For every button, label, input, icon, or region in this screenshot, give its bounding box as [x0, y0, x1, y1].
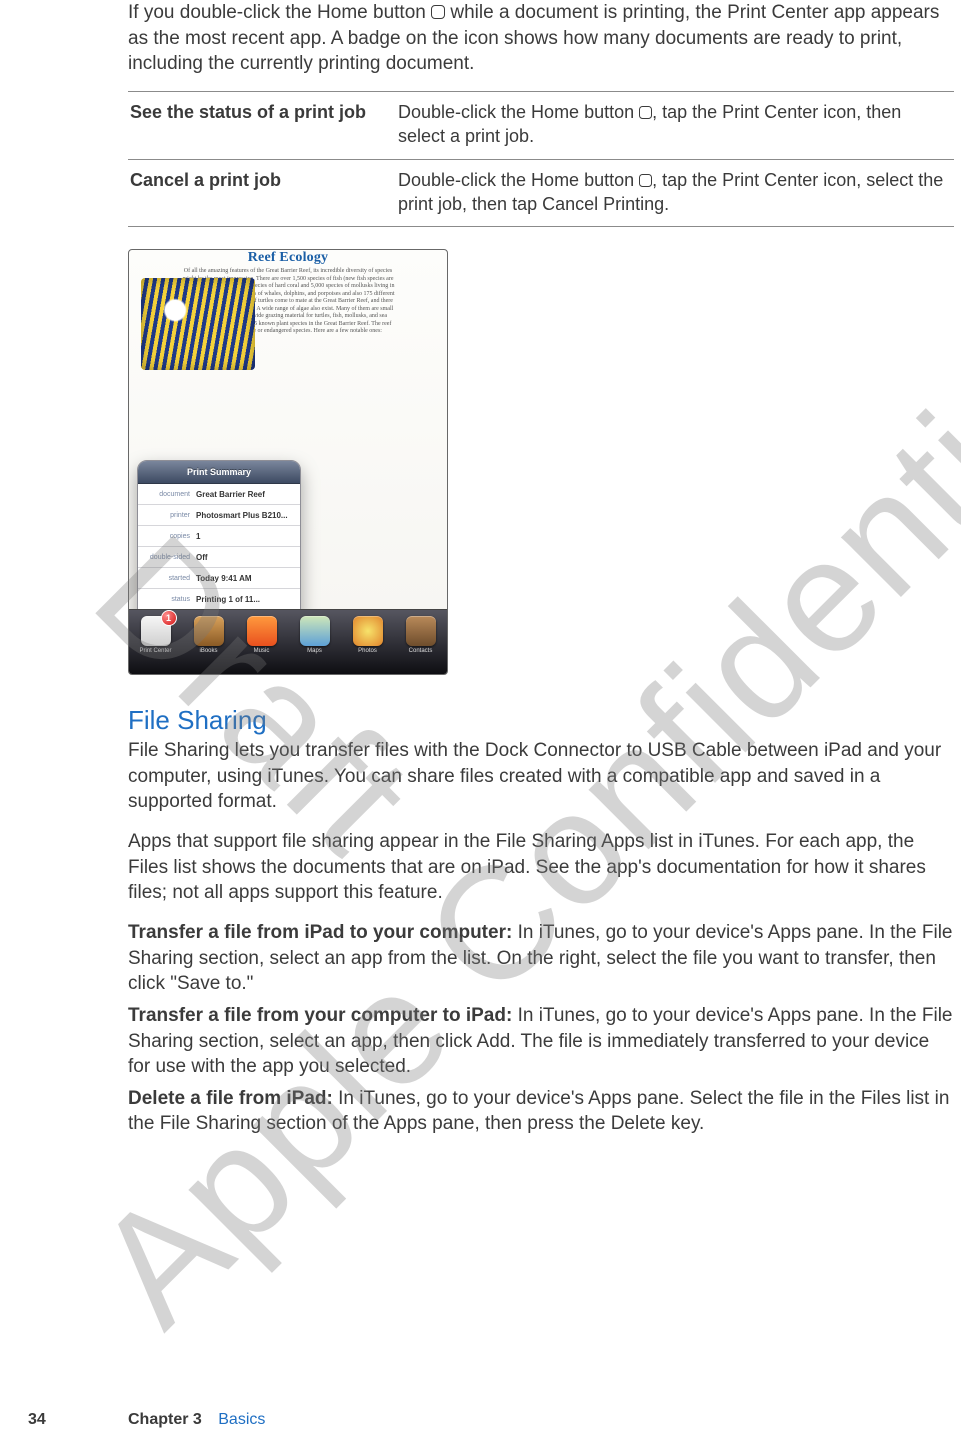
print-summary-title: Print Summary: [138, 461, 300, 484]
file-sharing-p2: Apps that support file sharing appear in…: [128, 829, 954, 906]
task-head: Transfer a file from your computer to iP…: [128, 1005, 518, 1026]
task-head: Delete a file from iPad:: [128, 1088, 338, 1109]
article-title: Reef Ecology: [129, 250, 447, 266]
dock-app-maps[interactable]: Maps: [294, 616, 336, 654]
ipad-dock: 1Print Center iBooks Music Maps Photos C…: [129, 609, 447, 674]
task-transfer-to-computer: Transfer a file from iPad to your comput…: [128, 920, 954, 997]
print-summary-row: printerPhotosmart Plus B210...: [138, 505, 300, 526]
chapter-label: Chapter 3: [128, 1411, 202, 1428]
intro-paragraph: If you double-click the Home button whil…: [128, 0, 954, 77]
file-sharing-p1: File Sharing lets you transfer files wit…: [128, 738, 954, 815]
dock-app-print-center[interactable]: 1Print Center: [135, 616, 177, 654]
table-row: See the status of a print job Double-cli…: [128, 91, 954, 159]
home-button-icon: [639, 106, 652, 119]
badge-icon: 1: [161, 610, 177, 626]
home-button-icon: [431, 5, 445, 19]
chapter-ref: Chapter 3 Basics: [128, 1411, 265, 1429]
print-summary-row: startedToday 9:41 AM: [138, 568, 300, 589]
dock-app-photos[interactable]: Photos: [347, 616, 389, 654]
print-actions-table: See the status of a print job Double-cli…: [128, 91, 954, 227]
print-summary-row: documentGreat Barrier Reef: [138, 484, 300, 505]
section-heading-file-sharing: File Sharing: [128, 705, 954, 736]
page-number: 34: [28, 1411, 46, 1429]
dock-app-music[interactable]: Music: [241, 616, 283, 654]
row-body: Double-click the Home button , tap the P…: [396, 91, 954, 159]
dock-app-ibooks[interactable]: iBooks: [188, 616, 230, 654]
row-heading: See the status of a print job: [128, 91, 396, 159]
home-button-icon: [639, 174, 652, 187]
print-summary-row: double-sidedOff: [138, 547, 300, 568]
task-transfer-to-ipad: Transfer a file from your computer to iP…: [128, 1003, 954, 1080]
chapter-name: Basics: [218, 1411, 265, 1428]
table-row: Cancel a print job Double-click the Home…: [128, 159, 954, 227]
row-body: Double-click the Home button , tap the P…: [396, 159, 954, 227]
row-heading: Cancel a print job: [128, 159, 396, 227]
print-summary-row: copies1: [138, 526, 300, 547]
task-head: Transfer a file from iPad to your comput…: [128, 922, 518, 943]
ipad-screenshot: Reef Ecology Of all the amazing features…: [128, 249, 448, 675]
intro-pre: If you double-click the Home button: [128, 2, 431, 23]
dock-app-contacts[interactable]: Contacts: [400, 616, 442, 654]
print-summary-row: statusPrinting 1 of 11...: [138, 589, 300, 609]
task-delete-file: Delete a file from iPad: In iTunes, go t…: [128, 1086, 954, 1137]
fish-image: [141, 278, 255, 370]
